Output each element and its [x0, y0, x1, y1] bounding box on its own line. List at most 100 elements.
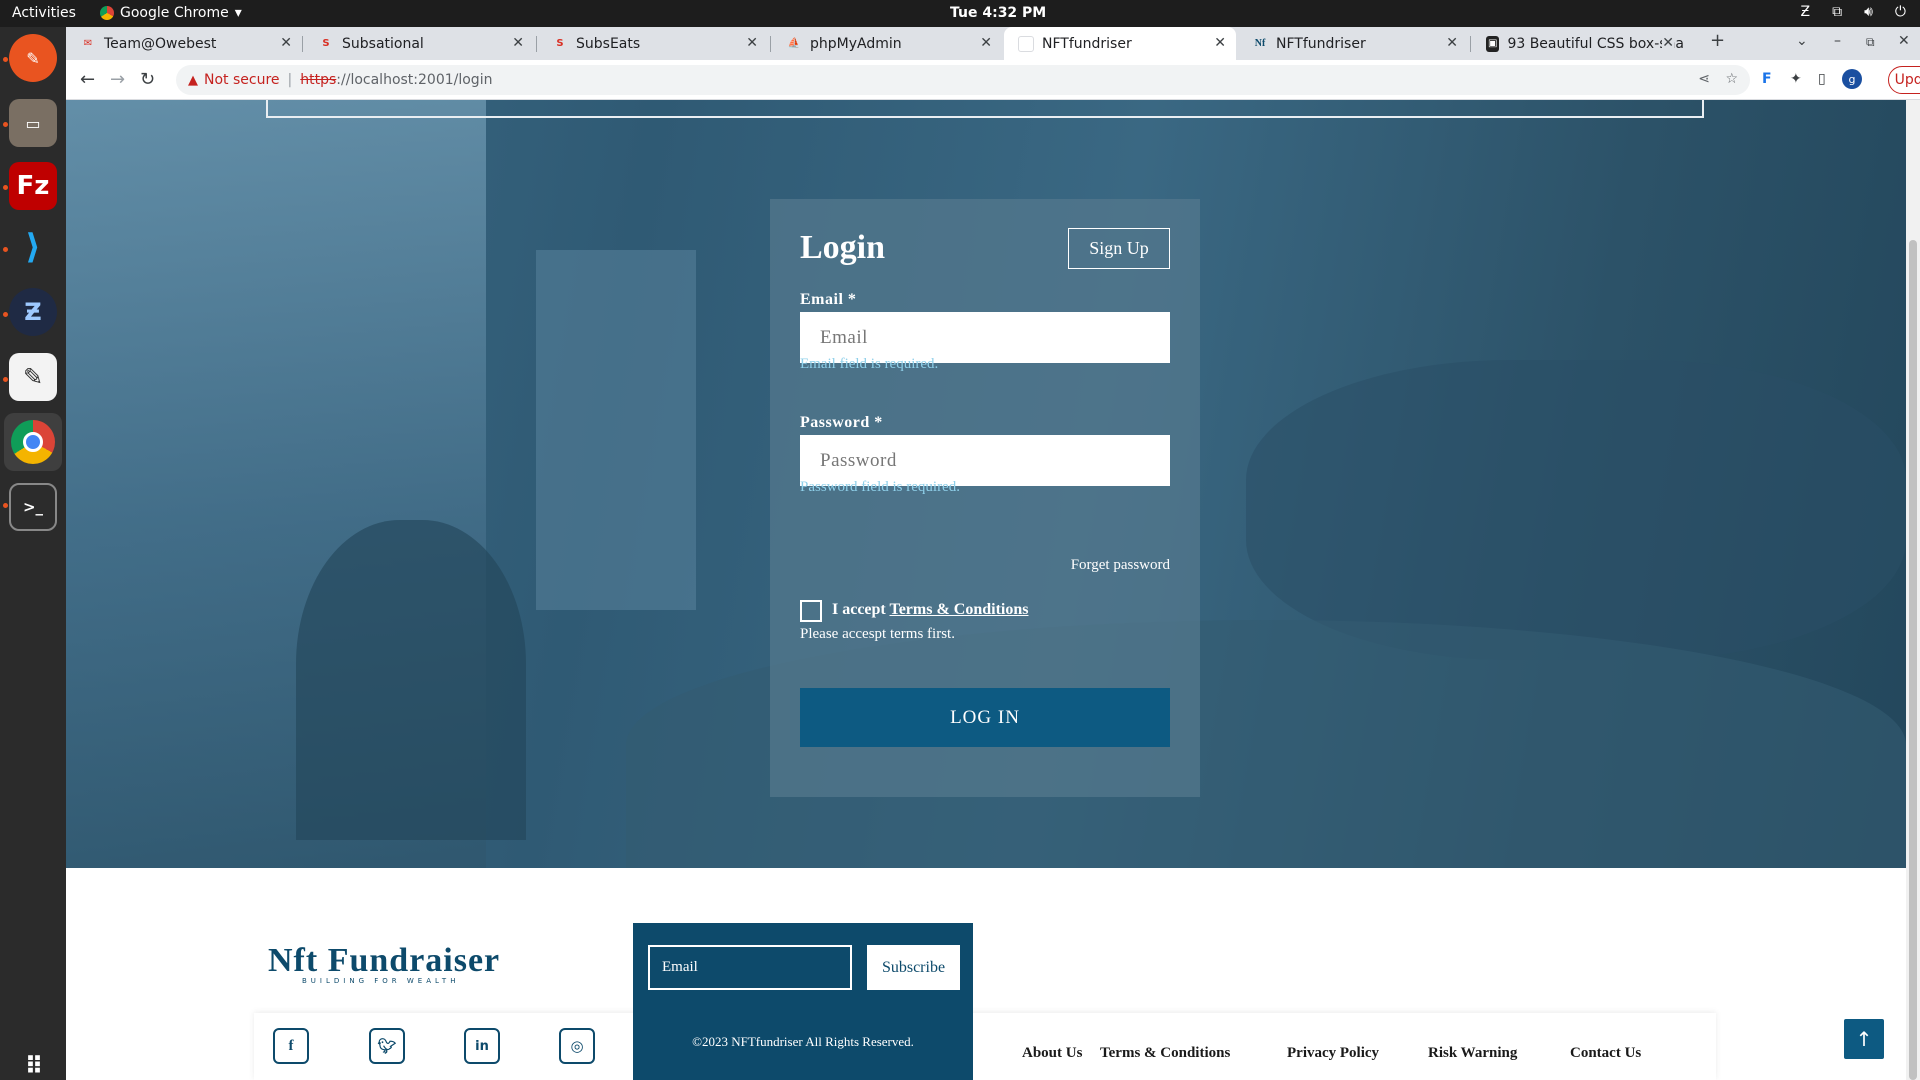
forget-password-link[interactable]: Forget password — [1071, 557, 1170, 574]
minimize-icon[interactable]: – — [1834, 33, 1841, 49]
app-menu[interactable]: Google Chrome ▾ — [100, 5, 242, 21]
footer-tagline: BUILDING FOR WEALTH — [302, 977, 460, 985]
filezilla-icon[interactable]: Fz — [9, 162, 57, 210]
terms-checkbox[interactable] — [800, 600, 822, 622]
reload-icon[interactable]: ↻ — [140, 69, 155, 90]
system-tray[interactable]: Ƶ ⧉ 🔊︎ ⏻ — [1801, 4, 1907, 20]
header-frame — [266, 100, 1704, 118]
show-applications-icon[interactable]: ⠿ — [9, 1042, 57, 1080]
inkscape-icon[interactable]: ✎ — [9, 34, 57, 82]
tab-title: Subsational — [342, 35, 424, 52]
running-indicator — [3, 312, 8, 317]
codepen-icon: ▣ — [1486, 35, 1500, 52]
activities-button[interactable]: Activities — [12, 5, 76, 21]
tab[interactable]: S Subsational ✕ — [304, 27, 534, 60]
accept-prefix: I accept — [832, 601, 886, 618]
zoom-status-icon[interactable]: Ƶ — [1801, 4, 1811, 20]
running-indicator — [3, 247, 8, 252]
scroll-to-top-button[interactable]: ↑ — [1844, 1019, 1884, 1059]
tab[interactable]: S SubsEats ✕ — [538, 27, 768, 60]
clock[interactable]: Tue 4:32 PM — [950, 5, 1046, 21]
forward-icon[interactable]: → — [110, 69, 125, 90]
mail-icon: ✉ — [83, 38, 93, 49]
email-label: Email * — [800, 291, 857, 308]
share-icon[interactable]: ⋖ — [1698, 71, 1710, 87]
terms-error: Please accespt terms first. — [800, 626, 955, 642]
close-window-icon[interactable]: ✕ — [1898, 33, 1910, 49]
warning-triangle-icon[interactable]: ▲ — [188, 73, 198, 88]
url-text: ://localhost:2001/login — [336, 72, 493, 88]
phpmyadmin-icon: ⛵ — [787, 38, 801, 49]
tab-search-icon[interactable]: ⌄ — [1796, 33, 1808, 49]
browser-toolbar: ← → ↻ ▲ Not secure | https ://localhost:… — [66, 60, 1920, 100]
footer-link-contact[interactable]: Contact Us — [1570, 1045, 1641, 1062]
nf-icon: Nf — [1254, 38, 1266, 49]
close-tab-icon[interactable]: ✕ — [280, 35, 292, 51]
address-bar[interactable]: ▲ Not secure | https ://localhost:2001/l… — [176, 65, 1750, 95]
footer-logo[interactable]: Nft Fundraiser — [268, 942, 500, 980]
new-tab-button[interactable]: + — [1710, 30, 1725, 51]
vscode-icon[interactable]: ⟩ — [9, 223, 57, 271]
zoom-icon[interactable]: Ƶ — [9, 288, 57, 336]
copyright-text: ©2023 NFTfundriser All Rights Reserved. — [692, 1034, 914, 1049]
restore-icon[interactable]: ⧉ — [1866, 35, 1875, 50]
tab-separator — [302, 36, 303, 52]
facebook-icon[interactable]: f — [273, 1028, 309, 1064]
footer-link-terms[interactable]: Terms & Conditions — [1100, 1045, 1230, 1062]
email-error: Email field is required. — [800, 356, 939, 372]
tab[interactable]: ⛵ phpMyAdmin ✕ — [772, 27, 1002, 60]
running-indicator — [3, 122, 8, 127]
tab[interactable]: ✉ Team@Owebest ✕ — [66, 27, 302, 60]
subseats-icon: S — [556, 38, 564, 49]
close-tab-icon[interactable]: ✕ — [512, 35, 524, 51]
not-secure-label[interactable]: Not secure — [204, 72, 280, 88]
close-tab-icon[interactable]: ✕ — [746, 35, 758, 51]
caret-down-icon: ▾ — [234, 5, 242, 21]
instagram-icon[interactable]: ◎ — [559, 1028, 595, 1064]
subsational-icon: S — [322, 38, 330, 49]
update-button[interactable]: Update ⋮ — [1888, 66, 1920, 94]
profile-avatar[interactable]: g — [1842, 69, 1862, 89]
files-icon[interactable]: ▭ — [9, 99, 57, 147]
extensions-puzzle-icon[interactable]: ✦ — [1790, 71, 1802, 87]
tab-separator — [1470, 36, 1471, 52]
tab-active[interactable]: NFTfundriser ✕ — [1004, 27, 1236, 60]
system-top-bar: Activities Google Chrome ▾ Tue 4:32 PM Ƶ… — [0, 0, 1920, 27]
network-icon[interactable]: ⧉ — [1832, 4, 1842, 20]
footer-bar: f 🐦︎ in ◎ About Us Terms & Conditions Pr… — [254, 1013, 1716, 1080]
side-panel-icon[interactable]: ▯ — [1818, 71, 1826, 87]
terms-link[interactable]: Terms & Conditions — [889, 601, 1028, 618]
ubuntu-dock: ✎ ▭ Fz ⟩ Ƶ ✎ >_ ⠿ — [0, 27, 66, 1080]
close-tab-icon[interactable]: ✕ — [980, 35, 992, 51]
twitter-icon[interactable]: 🐦︎ — [369, 1028, 405, 1064]
scrollbar-thumb[interactable] — [1909, 240, 1917, 1080]
footer-link-privacy[interactable]: Privacy Policy — [1287, 1045, 1379, 1062]
page-scrollbar[interactable] — [1906, 100, 1920, 1080]
running-indicator — [3, 377, 8, 382]
signup-button[interactable]: Sign Up — [1068, 228, 1170, 269]
close-tab-icon[interactable]: ✕ — [1446, 35, 1458, 51]
close-tab-icon[interactable]: ✕ — [1214, 35, 1226, 51]
chrome-icon[interactable] — [4, 413, 62, 471]
bookmark-star-icon[interactable]: ☆ — [1725, 71, 1738, 87]
terminal-icon[interactable]: >_ — [9, 483, 57, 531]
tab-title: NFTfundriser — [1276, 35, 1366, 52]
omnibox-divider: | — [287, 72, 293, 88]
back-icon[interactable]: ← — [80, 69, 95, 90]
tab[interactable]: Nf NFTfundriser ✕ — [1238, 27, 1468, 60]
footer-link-about[interactable]: About Us — [1022, 1045, 1082, 1062]
subscribe-button[interactable]: Subscribe — [867, 945, 960, 990]
login-button[interactable]: LOG IN — [800, 688, 1170, 747]
extension-icon[interactable]: F — [1762, 71, 1772, 87]
footer-link-risk[interactable]: Risk Warning — [1428, 1045, 1517, 1062]
tab[interactable]: ▣ 93 Beautiful CSS box-sha ✕ — [1472, 27, 1684, 60]
newsletter-email-input[interactable] — [648, 945, 852, 990]
tab-title: Team@Owebest — [104, 35, 217, 52]
running-indicator — [3, 185, 8, 190]
text-editor-icon[interactable]: ✎ — [9, 353, 57, 401]
close-tab-icon[interactable]: ✕ — [1662, 35, 1674, 51]
tab-title: NFTfundriser — [1042, 35, 1132, 52]
volume-icon[interactable]: 🔊︎ — [1864, 4, 1873, 20]
linkedin-icon[interactable]: in — [464, 1028, 500, 1064]
power-icon[interactable]: ⏻ — [1895, 4, 1906, 20]
